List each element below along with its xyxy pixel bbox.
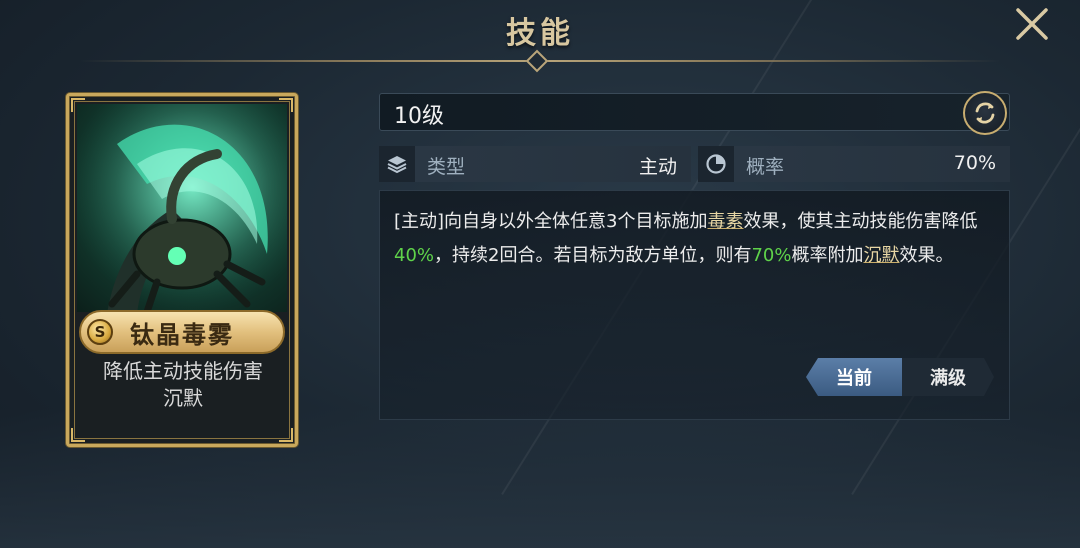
keyword-link[interactable]: 沉默 [863,245,899,266]
card-corner-ornament [279,428,293,442]
type-label: 类型 [427,156,466,178]
desc-text: ，持续2回合。若目标为敌方单位，则有 [434,245,752,266]
refresh-icon [975,102,995,124]
rate-label: 概率 [746,156,785,178]
skill-name-plate: S 钛晶毒雾 [79,310,285,354]
level-bar: 10级 [379,91,1010,135]
card-corner-ornament [71,428,85,442]
skill-description: [主动]向自身以外全体任意3个目标施加毒素效果，使其主动技能伤害降低 40%，持续… [394,205,1004,273]
desc-text: 效果，使其主动技能伤害降低 [743,211,978,232]
pie-chart-icon [698,146,734,182]
type-value: 主动 [638,156,677,178]
card-corner-ornament [71,98,85,112]
type-stat: 类型 主动 [379,146,691,182]
keyword-link[interactable]: 毒素 [708,211,744,232]
desc-text: 概率附加 [791,245,864,266]
scythe-creature-illustration [77,104,287,312]
skill-card: S 钛晶毒雾 降低主动技能伤害 沉默 [66,93,298,447]
skill-summary-line: 降低主动技能伤害 [103,359,263,383]
page-title: 技能 [506,16,574,51]
rank-s-badge: S [87,319,113,345]
layers-icon [379,146,415,182]
card-corner-ornament [279,98,293,112]
close-button[interactable] [1014,6,1050,42]
skill-level: 10级 [394,104,444,129]
highlight-value: 70% [751,245,792,266]
desc-text: [主动]向自身以外全体任意3个目标施加 [394,211,708,232]
tab-current[interactable]: 当前 [806,358,902,396]
refresh-button[interactable] [963,91,1007,135]
tab-max-level[interactable]: 满级 [902,358,994,396]
desc-text: 效果。 [899,245,954,266]
rate-value: 70% [953,152,996,174]
highlight-value: 40% [394,245,435,266]
skill-summary: 降低主动技能伤害 沉默 [77,358,289,412]
rate-stat: 概率 70% [698,146,1010,182]
title-ornament [525,49,549,73]
skill-art [77,104,287,312]
skill-name: 钛晶毒雾 [130,320,234,349]
skill-summary-line: 沉默 [163,386,203,410]
close-icon [1016,8,1048,40]
